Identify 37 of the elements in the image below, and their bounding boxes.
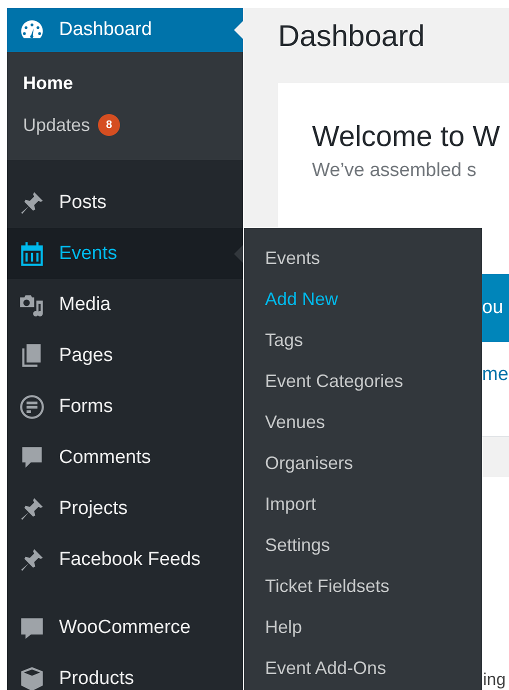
welcome-heading: Welcome to W xyxy=(312,121,502,154)
pin-icon xyxy=(19,190,45,216)
primary-button[interactable]: ou xyxy=(482,274,509,342)
submenu-item[interactable]: Event Add-Ons xyxy=(244,648,482,689)
menu-item[interactable]: Events xyxy=(7,228,243,279)
forms-icon xyxy=(19,394,45,420)
menu-item[interactable]: Pages xyxy=(7,330,243,381)
panel-text: ing xyxy=(483,670,507,690)
submenu-item[interactable]: Add New xyxy=(244,279,482,320)
menu-item[interactable]: WooCommerce xyxy=(7,602,243,653)
menu-item[interactable]: Products xyxy=(7,653,243,690)
submenu-item[interactable]: Ticket Fieldsets xyxy=(244,566,482,607)
submenu-item[interactable]: Home xyxy=(23,72,74,94)
count-badge: 8 xyxy=(98,114,120,136)
submenu-item[interactable]: Event Categories xyxy=(244,361,482,402)
menu-item[interactable]: Dashboard xyxy=(7,8,243,52)
menu-item[interactable]: Comments xyxy=(7,432,243,483)
menu-item[interactable]: Media xyxy=(7,279,243,330)
submenu-item[interactable]: Updates xyxy=(23,114,90,136)
menu-item[interactable]: Posts xyxy=(7,177,243,228)
menu-item[interactable]: Forms xyxy=(7,381,243,432)
menu-item[interactable]: Projects xyxy=(7,483,243,534)
box-icon xyxy=(19,666,45,690)
submenu-item[interactable]: Organisers xyxy=(244,443,482,484)
calendar-icon xyxy=(19,240,45,266)
pin-icon xyxy=(19,546,45,572)
submenu-item[interactable]: Events xyxy=(244,238,482,279)
submenu-item[interactable]: Venues xyxy=(244,402,482,443)
menu-item[interactable]: Facebook Feeds xyxy=(7,534,243,585)
welcome-subtitle: We’ve assembled s xyxy=(312,160,478,182)
submenu-item[interactable]: Settings xyxy=(244,525,482,566)
pin-icon xyxy=(19,496,45,522)
page-title: Dashboard xyxy=(278,20,426,55)
link[interactable]: me xyxy=(482,364,509,386)
submenu-item[interactable]: Import xyxy=(244,484,482,525)
submenu-item[interactable]: Tags xyxy=(244,320,482,361)
submenu-item[interactable]: Help xyxy=(244,607,482,648)
